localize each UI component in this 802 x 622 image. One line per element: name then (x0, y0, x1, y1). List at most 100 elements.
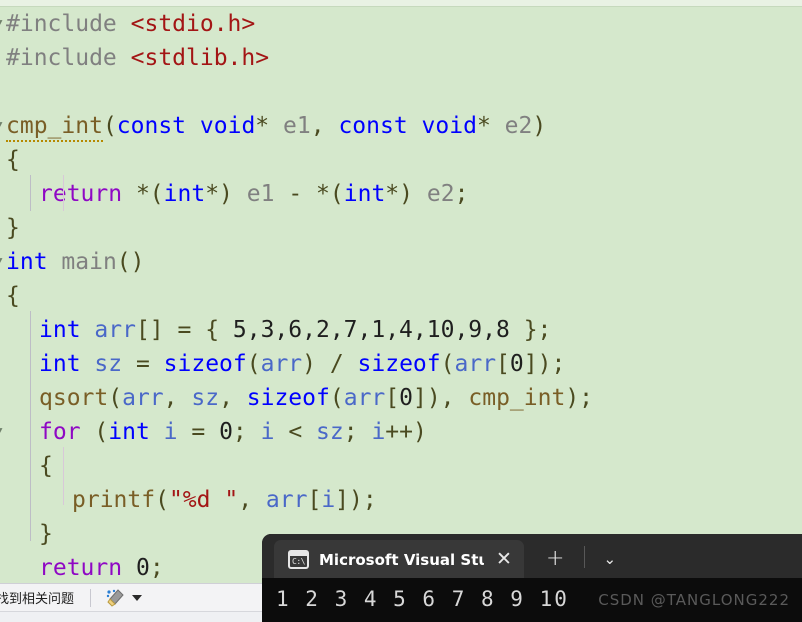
code-token: arr (260, 351, 303, 377)
fold-arrow-icon[interactable]: ▾ (0, 254, 8, 267)
code-token: <stdio.h> (130, 11, 256, 37)
code-line[interactable]: } (0, 211, 802, 245)
indent-guide (30, 175, 31, 211)
code-token: ; (454, 181, 469, 207)
code-token: int (108, 419, 150, 445)
code-token: main (61, 249, 117, 275)
code-token: () (116, 249, 145, 275)
code-line[interactable]: #include <stdlib.h> (0, 41, 802, 75)
code-line[interactable]: int sz = sizeof(arr) / sizeof(arr[0]); (0, 347, 802, 381)
code-token: arr (454, 351, 497, 377)
code-token: }; (509, 317, 552, 343)
fold-arrow-icon[interactable]: ▾ (0, 424, 8, 437)
chevron-down-icon[interactable]: ⌄ (603, 550, 616, 568)
code-token: int (39, 351, 81, 377)
terminal-tab-title: Microsoft Visual Studio 调试控 (319, 550, 484, 569)
fold-arrow-icon[interactable]: ▾ (0, 118, 8, 131)
code-line[interactable]: { (0, 143, 802, 177)
code-line[interactable]: ▾#include <stdio.h> (0, 7, 802, 41)
code-token: const (338, 113, 408, 139)
code-token: , (310, 113, 325, 139)
code-line[interactable]: { (0, 279, 802, 313)
code-line[interactable]: qsort(arr, sz, sizeof(arr[0]), cmp_int); (0, 381, 802, 415)
code-token: int (163, 181, 206, 207)
fold-arrow-icon[interactable]: ▾ (0, 16, 8, 29)
code-token: 0 (219, 419, 233, 445)
code-token: , (163, 385, 192, 411)
terminal-tab[interactable]: C:\ Microsoft Visual Studio 调试控 ✕ (274, 540, 524, 578)
code-line[interactable] (0, 75, 802, 109)
indent-guide (30, 311, 31, 541)
terminal-tab-bar[interactable]: C:\ Microsoft Visual Studio 调试控 ✕ + ⌄ (262, 534, 802, 578)
code-line[interactable]: printf("%d ", arr[i]); (0, 483, 802, 517)
code-token: return (39, 181, 123, 207)
code-token: e2 (426, 181, 455, 207)
code-token: cmp_int (6, 113, 103, 142)
code-token: ( (80, 419, 109, 445)
broom-control[interactable] (105, 588, 143, 607)
code-token: int (343, 181, 386, 207)
chevron-down-icon[interactable] (132, 594, 143, 601)
terminal-output-line: 1 2 3 4 5 6 7 8 9 10 (276, 587, 569, 611)
code-token: 5,3,6,2,7,1,4,10,9,8 (232, 317, 510, 343)
code-lines[interactable]: ▾#include <stdio.h>#include <stdlib.h>▾c… (0, 7, 802, 579)
code-token: ; (149, 555, 164, 579)
code-token: *( (316, 181, 344, 207)
code-token: #include (6, 45, 131, 71)
code-token: < (274, 419, 317, 445)
broom-icon[interactable] (105, 588, 125, 607)
code-line[interactable]: return *(int*) e1 - *(int*) e2; (0, 177, 802, 211)
code-token: } (39, 521, 53, 547)
plus-icon[interactable]: + (546, 548, 564, 570)
code-token: arr (265, 487, 308, 513)
code-line[interactable]: int arr[] = { 5,3,6,2,7,1,4,10,9,8 }; (0, 313, 802, 347)
code-token: cmp_int (468, 385, 566, 411)
code-token: printf (72, 487, 156, 513)
code-token: void (199, 113, 256, 139)
code-token: ]), (412, 385, 469, 411)
code-editor[interactable]: ▾#include <stdio.h>#include <stdlib.h>▾c… (0, 7, 802, 579)
code-token: i (321, 487, 336, 513)
code-token: #include (6, 11, 131, 37)
code-token: sizeof (163, 351, 247, 377)
terminal-window[interactable]: C:\ Microsoft Visual Studio 调试控 ✕ + ⌄ 1 … (262, 534, 802, 622)
code-token: ]); (523, 351, 566, 377)
code-token: ( (108, 385, 123, 411)
close-icon[interactable]: ✕ (496, 549, 512, 569)
code-token: arr (94, 317, 136, 343)
code-token: <stdlib.h> (130, 45, 270, 71)
terminal-toolbar-divider (584, 546, 586, 568)
code-line[interactable]: { (0, 449, 802, 483)
code-token: qsort (39, 385, 109, 411)
terminal-output-area[interactable]: 1 2 3 4 5 6 7 8 9 10 CSDN @TANGLONG222 (262, 578, 802, 622)
code-token: ; (343, 419, 372, 445)
code-line[interactable]: ▾cmp_int(const void* e1, const void* e2) (0, 109, 802, 143)
status-divider (90, 588, 92, 607)
code-token: [] = { (135, 317, 233, 343)
code-token: { (39, 453, 53, 479)
code-token: = (122, 351, 164, 377)
code-token: return (39, 555, 123, 579)
visual-studio-window: ▾#include <stdio.h>#include <stdlib.h>▾c… (0, 0, 802, 622)
code-line[interactable]: ▾int main() (0, 245, 802, 279)
code-token: [ (496, 351, 510, 377)
code-line[interactable]: ▾for (int i = 0; i < sz; i++) (0, 415, 802, 449)
watermark: CSDN @TANGLONG222 (598, 591, 790, 609)
code-token: sizeof (246, 385, 330, 411)
code-token: sz (94, 351, 123, 377)
code-token: , (238, 487, 266, 513)
code-token: const (116, 113, 187, 139)
code-token: { (6, 283, 20, 309)
code-token: sizeof (357, 351, 441, 377)
code-token: e2 (504, 113, 533, 139)
code-token: ( (155, 487, 169, 513)
